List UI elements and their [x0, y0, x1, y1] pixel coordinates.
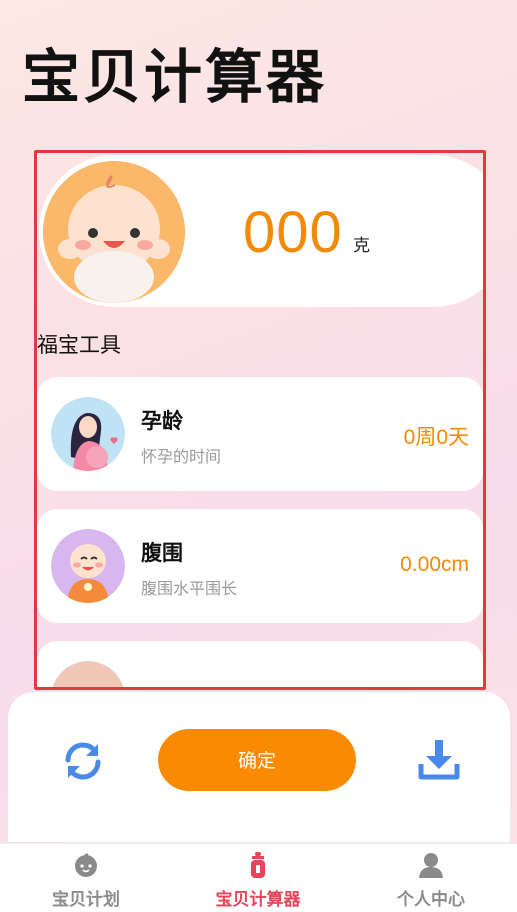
- confirm-button[interactable]: 确定: [158, 729, 356, 791]
- tool-description: 怀孕的时间: [141, 447, 222, 466]
- tool-value: 0.00cm: [400, 553, 469, 576]
- section-title: 福宝工具: [37, 333, 121, 357]
- tool-description: 腹围水平围长: [141, 579, 238, 598]
- tab-label: 宝贝计划: [52, 890, 120, 910]
- baby-icon: [51, 529, 125, 603]
- tab-baby-plan[interactable]: 宝贝计划: [0, 844, 172, 912]
- tool-item-abdomen[interactable]: 腹围 腹围水平围长 0.00cm: [37, 509, 483, 623]
- baby-face-icon: [73, 852, 99, 878]
- tab-label: 宝贝计算器: [215, 890, 301, 910]
- download-icon[interactable]: [416, 736, 462, 782]
- page-title: 宝贝计算器: [22, 43, 328, 111]
- tab-baby-calculator[interactable]: 宝贝计算器: [172, 844, 344, 912]
- calculator-panel: 000 克 福宝工具 孕龄 怀孕的时间 0周0天 腹围 腹围水平围长 0.00c…: [34, 150, 486, 690]
- tool-item-pregnancy-age[interactable]: 孕龄 怀孕的时间 0周0天: [37, 377, 483, 491]
- tool-name: 孕龄: [141, 409, 183, 433]
- baby-avatar: [43, 161, 185, 303]
- tool-name: 腹围: [141, 541, 183, 565]
- refresh-icon[interactable]: [60, 738, 106, 784]
- weight-unit: 克: [353, 236, 370, 256]
- pregnant-woman-icon: [51, 397, 125, 471]
- baby-bottle-icon: [245, 852, 271, 878]
- user-icon: [418, 852, 444, 878]
- weight-value: 000: [243, 200, 343, 265]
- tab-personal-center[interactable]: 个人中心: [345, 844, 517, 912]
- tool-value: 0周0天: [403, 426, 469, 449]
- tool-item-partial[interactable]: [37, 641, 483, 687]
- tab-label: 个人中心: [397, 890, 465, 910]
- tool-avatar-icon: [51, 661, 125, 687]
- action-bar: 确定: [8, 692, 510, 842]
- bottom-tab-bar: 宝贝计划 宝贝计算器 个人中心: [0, 843, 517, 912]
- weight-card: 000 克: [39, 155, 483, 307]
